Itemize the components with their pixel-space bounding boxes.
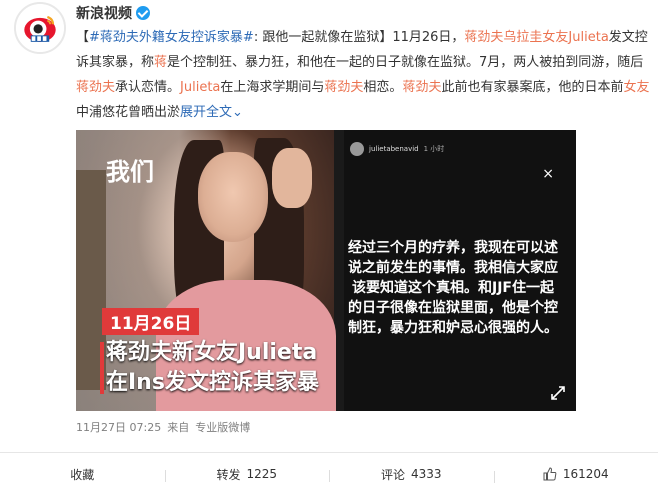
post-text-segment: 相恋。 xyxy=(363,80,403,95)
verified-badge-icon xyxy=(136,6,150,20)
post-link[interactable]: Julieta xyxy=(180,80,220,95)
sina-video-logo-icon xyxy=(16,4,64,52)
story-avatar xyxy=(350,142,364,156)
post-text-segment: 中浦悠花曾晒出淤 xyxy=(76,105,181,120)
expand-icon[interactable] xyxy=(550,385,566,401)
comment-button[interactable]: 评论 4333 xyxy=(329,466,494,483)
story-time: 1 小时 xyxy=(423,145,445,153)
video-caption: 蒋劲夫新女友Julieta 在Ins发文控诉其家暴 xyxy=(106,340,319,395)
like-count: 161204 xyxy=(562,467,609,481)
post-link[interactable]: 女友 xyxy=(623,80,649,95)
post-text-segment: 承认恋情。 xyxy=(115,80,181,95)
post-link[interactable]: 蒋劲夫 xyxy=(402,80,441,95)
post-text-segment: 此前也有家暴案底，他的日本前 xyxy=(441,80,624,95)
post-text-segment: 【 xyxy=(76,30,90,45)
comment-count: 4333 xyxy=(410,467,442,481)
post-link[interactable]: #蒋劲夫外籍女友控诉家暴# xyxy=(89,30,254,45)
post-link[interactable]: 蒋劲夫 xyxy=(76,80,115,95)
woman-photo: 我们 11月26日 蒋劲夫新女友Julieta 在Ins发文控诉其家暴 xyxy=(76,130,336,411)
post-header: 新浪视频 xyxy=(76,3,150,23)
post-link[interactable]: 蒋劲夫 xyxy=(324,80,363,95)
thumbs-up-icon xyxy=(543,467,557,481)
favorite-button[interactable]: 收藏 xyxy=(0,466,165,483)
post-text-segment: 在上海求学期间与 xyxy=(220,80,325,95)
repost-button[interactable]: 转发 1225 xyxy=(164,466,330,483)
post-meta: 11月27日 07:25 来自 专业版微博 xyxy=(76,419,250,435)
like-button[interactable]: 161204 xyxy=(493,467,658,483)
post-text-segment: 是个控制狂、暴力狂，和他在一起的日子就像在监狱。7月，两人被拍到同游，随后 xyxy=(167,55,644,70)
post-time[interactable]: 11月27日 07:25 xyxy=(76,419,161,435)
post-link[interactable]: 蒋劲夫乌拉圭女友Julieta xyxy=(464,30,608,45)
post-link[interactable]: ⌄ xyxy=(232,105,243,120)
post-text: 【#蒋劲夫外籍女友控诉家暴#: 跟他一起就像在监狱】11月26日，蒋劲夫乌拉圭女… xyxy=(76,25,656,125)
action-bar: 收藏 转发 1225 评论 4333 161204 xyxy=(0,455,658,493)
post-media[interactable]: 我们 11月26日 蒋劲夫新女友Julieta 在Ins发文控诉其家暴 juli… xyxy=(76,130,576,411)
divider xyxy=(0,452,658,453)
avatar[interactable] xyxy=(14,2,66,54)
close-icon[interactable]: × xyxy=(542,166,554,182)
story-text: 经过三个月的疗养，我现在可以述说之前发生的事情。我相信大家应该要知道这个真相。和… xyxy=(348,240,558,336)
date-tag: 11月26日 xyxy=(102,308,200,335)
story-header: julietabenavid 1 小时 xyxy=(350,138,444,160)
from-label: 来自 xyxy=(167,421,190,434)
post-link[interactable]: 蒋 xyxy=(154,55,167,70)
post-source[interactable]: 专业版微博 xyxy=(195,419,250,435)
repost-count: 1225 xyxy=(246,467,278,481)
account-name[interactable]: 新浪视频 xyxy=(76,3,132,23)
women-logo: 我们 xyxy=(106,158,154,186)
post-link[interactable]: 展开全文 xyxy=(180,105,232,120)
story-username: julietabenavid xyxy=(369,145,419,153)
post-text-segment: : 跟他一起就像在监狱】11月26日， xyxy=(253,30,465,45)
instagram-story: julietabenavid 1 小时 × 经过三个月的疗养，我现在可以述说之前… xyxy=(344,130,576,411)
